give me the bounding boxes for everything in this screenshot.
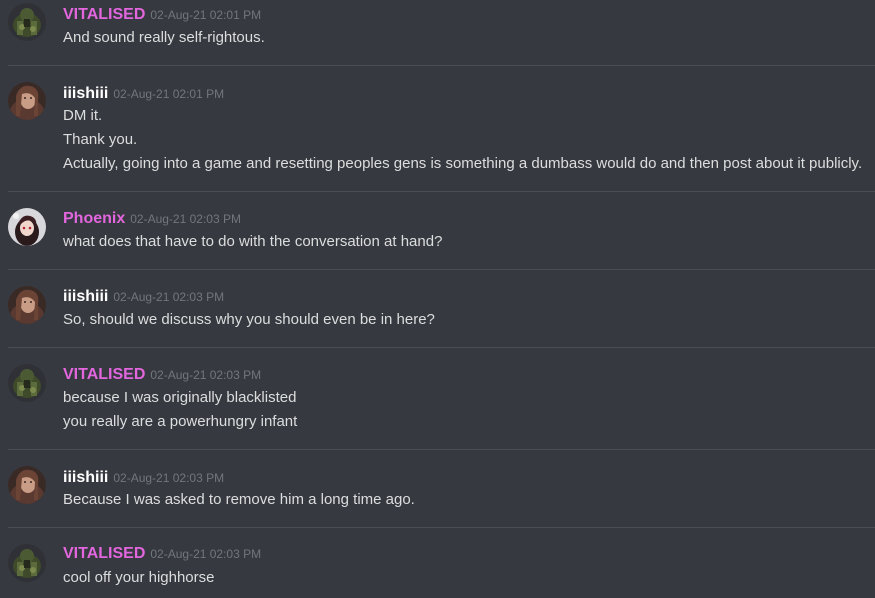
username[interactable]: iiishiii xyxy=(63,469,108,486)
message-divider xyxy=(8,191,875,192)
timestamp: 02-Aug-21 02:01 PM xyxy=(113,87,225,101)
message-divider xyxy=(8,347,875,348)
timestamp: 02-Aug-21 02:03 PM xyxy=(150,547,262,561)
username[interactable]: iiishiii xyxy=(63,85,108,102)
message-text: And sound really self-rightous. xyxy=(63,29,265,46)
message-text: So, should we discuss why you should eve… xyxy=(63,311,435,328)
soldier-avatar-icon[interactable] xyxy=(8,364,46,402)
soldier-avatar-icon[interactable] xyxy=(8,3,46,41)
message-header: iiishiii 02-Aug-21 02:03 PM xyxy=(63,287,224,307)
username[interactable]: iiishiii xyxy=(63,288,108,305)
message-divider xyxy=(8,269,875,270)
timestamp: 02-Aug-21 02:03 PM xyxy=(113,290,225,304)
woman-avatar-icon[interactable] xyxy=(8,286,46,324)
message-divider xyxy=(8,449,875,450)
timestamp: 02-Aug-21 02:03 PM xyxy=(150,368,262,382)
message-text: cool off your highhorse xyxy=(63,569,215,586)
woman-avatar-icon[interactable] xyxy=(8,466,46,504)
message-divider xyxy=(8,65,875,66)
timestamp: 02-Aug-21 02:03 PM xyxy=(130,212,241,226)
message-text: Because I was asked to remove him a long… xyxy=(63,491,415,508)
soldier-avatar-icon[interactable] xyxy=(8,544,46,582)
timestamp: 02-Aug-21 02:03 PM xyxy=(113,471,225,485)
username[interactable]: VITALISED xyxy=(63,6,145,23)
message-header: VITALISED 02-Aug-21 02:01 PM xyxy=(63,5,261,25)
message-header: iiishiii 02-Aug-21 02:01 PM xyxy=(63,84,224,104)
timestamp: 02-Aug-21 02:01 PM xyxy=(150,8,262,22)
message-text: Thank you. xyxy=(63,131,138,148)
message-text: DM it. xyxy=(63,107,103,124)
woman-avatar-icon[interactable] xyxy=(8,82,46,120)
message-text: you really are a powerhungry infant xyxy=(63,413,298,430)
message-header: iiishiii 02-Aug-21 02:03 PM xyxy=(63,468,224,488)
message-header: VITALISED 02-Aug-21 02:03 PM xyxy=(63,544,261,564)
message-header: VITALISED 02-Aug-21 02:03 PM xyxy=(63,365,261,385)
username[interactable]: Phoenix xyxy=(63,210,125,227)
message-text: because I was originally blacklisted xyxy=(63,389,297,406)
anime-avatar-icon[interactable] xyxy=(8,208,46,246)
message-text: what does that have to do with the conve… xyxy=(63,233,443,250)
username[interactable]: VITALISED xyxy=(63,366,145,383)
message-header: Phoenix 02-Aug-21 02:03 PM xyxy=(63,209,241,229)
chat-message-list: VITALISED 02-Aug-21 02:01 PM And sound re… xyxy=(0,0,875,598)
message-divider xyxy=(8,527,875,528)
message-text: Actually, going into a game and resettin… xyxy=(63,155,863,172)
username[interactable]: VITALISED xyxy=(63,545,145,562)
